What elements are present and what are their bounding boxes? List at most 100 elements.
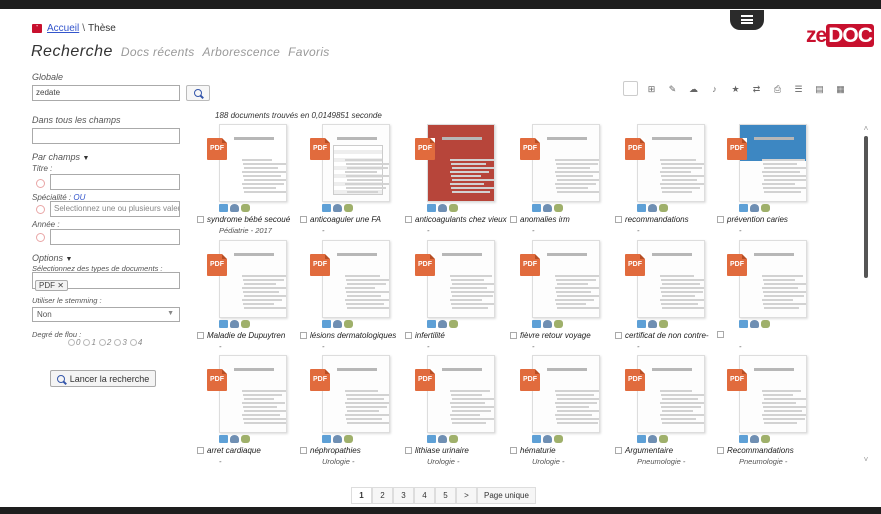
- basket-add-icon[interactable]: [344, 320, 353, 328]
- basket-icon[interactable]: ⊞: [641, 79, 662, 99]
- next-page-button[interactable]: >: [456, 487, 477, 504]
- open-icon[interactable]: [543, 435, 552, 443]
- result-card[interactable]: PDF Recommandations Pneumologie -: [717, 355, 817, 470]
- document-thumbnail[interactable]: [739, 355, 807, 433]
- checkbox-icon[interactable]: [623, 81, 638, 96]
- result-card[interactable]: PDF fièvre retour voyage -: [510, 240, 610, 355]
- preview-icon[interactable]: [739, 435, 748, 443]
- preview-icon[interactable]: [427, 204, 436, 212]
- document-thumbnail[interactable]: [532, 124, 600, 202]
- specialty-select[interactable]: Selectionnez une ou plusieurs valeurs: [50, 201, 180, 217]
- open-icon[interactable]: [438, 204, 447, 212]
- document-thumbnail[interactable]: [322, 240, 390, 318]
- document-thumbnail[interactable]: [219, 355, 287, 433]
- open-icon[interactable]: [648, 204, 657, 212]
- select-checkbox[interactable]: [717, 447, 724, 454]
- open-icon[interactable]: [333, 204, 342, 212]
- fuzzy-option[interactable]: 2: [98, 338, 111, 347]
- preview-icon[interactable]: [532, 204, 541, 212]
- single-page-button[interactable]: Page unique: [477, 487, 536, 504]
- open-icon[interactable]: [543, 320, 552, 328]
- select-checkbox[interactable]: [405, 216, 412, 223]
- open-icon[interactable]: [333, 320, 342, 328]
- title-input[interactable]: [50, 174, 180, 190]
- menu-button[interactable]: [730, 10, 764, 30]
- result-card[interactable]: PDF anticoaguler une FA -: [300, 124, 400, 239]
- basket-add-icon[interactable]: [344, 435, 353, 443]
- select-checkbox[interactable]: [510, 216, 517, 223]
- open-icon[interactable]: [438, 320, 447, 328]
- basket-add-icon[interactable]: [761, 320, 770, 328]
- basket-add-icon[interactable]: [554, 435, 563, 443]
- add-criterion-icon[interactable]: [36, 205, 45, 214]
- document-thumbnail[interactable]: [637, 124, 705, 202]
- basket-add-icon[interactable]: [449, 204, 458, 212]
- basket-add-icon[interactable]: [241, 204, 250, 212]
- add-criterion-icon[interactable]: [36, 233, 45, 242]
- basket-add-icon[interactable]: [659, 204, 668, 212]
- result-card[interactable]: PDF néphropathies Urologie -: [300, 355, 400, 470]
- basket-add-icon[interactable]: [554, 204, 563, 212]
- star-icon[interactable]: ★: [725, 79, 746, 99]
- result-card[interactable]: PDF Maladie de Dupuytren -: [197, 240, 297, 355]
- document-thumbnail[interactable]: [739, 124, 807, 202]
- document-thumbnail[interactable]: [427, 355, 495, 433]
- result-title[interactable]: recommandations: [625, 215, 689, 224]
- add-criterion-icon[interactable]: [36, 179, 45, 188]
- result-title[interactable]: anomalies irm: [520, 215, 570, 224]
- document-thumbnail[interactable]: [219, 240, 287, 318]
- result-title[interactable]: Maladie de Dupuytren: [207, 331, 285, 340]
- result-title[interactable]: arret cardiaque: [207, 446, 261, 455]
- basket-add-icon[interactable]: [241, 320, 250, 328]
- result-card[interactable]: PDF infertilité -: [405, 240, 505, 355]
- open-icon[interactable]: [750, 204, 759, 212]
- result-title[interactable]: hématurie: [520, 446, 556, 455]
- basket-add-icon[interactable]: [449, 435, 458, 443]
- result-title[interactable]: anticoagulants chez vieux: [415, 215, 507, 224]
- search-button[interactable]: [186, 85, 210, 101]
- result-title[interactable]: lésions dermatologiques: [310, 331, 396, 340]
- preview-icon[interactable]: [637, 320, 646, 328]
- open-icon[interactable]: [648, 320, 657, 328]
- result-card[interactable]: PDF anomalies irm -: [510, 124, 610, 239]
- open-icon[interactable]: [750, 320, 759, 328]
- result-title[interactable]: fièvre retour voyage: [520, 331, 591, 340]
- select-checkbox[interactable]: [197, 447, 204, 454]
- select-checkbox[interactable]: [300, 447, 307, 454]
- document-thumbnail[interactable]: [532, 355, 600, 433]
- fuzzy-option[interactable]: 0: [68, 338, 80, 347]
- fuzzy-option[interactable]: 3: [114, 338, 127, 347]
- open-icon[interactable]: [648, 435, 657, 443]
- result-card[interactable]: PDF anticoagulants chez vieux -: [405, 124, 507, 239]
- result-title[interactable]: anticoaguler une FA: [310, 215, 381, 224]
- result-title[interactable]: syndrome bébé secoué: [207, 215, 290, 224]
- global-search-input[interactable]: zedate: [32, 85, 180, 101]
- result-card[interactable]: PDF lésions dermatologiques -: [300, 240, 400, 355]
- document-thumbnail[interactable]: [322, 355, 390, 433]
- preview-icon[interactable]: [219, 204, 228, 212]
- document-thumbnail[interactable]: [219, 124, 287, 202]
- basket-add-icon[interactable]: [659, 435, 668, 443]
- select-checkbox[interactable]: [510, 332, 517, 339]
- by-fields-toggle[interactable]: Par champs ▼: [32, 152, 89, 162]
- open-icon[interactable]: [438, 435, 447, 443]
- page-button[interactable]: 2: [372, 487, 393, 504]
- preview-icon[interactable]: [322, 204, 331, 212]
- basket-add-icon[interactable]: [344, 204, 353, 212]
- result-title[interactable]: néphropathies: [310, 446, 361, 455]
- result-title[interactable]: Recommandations: [727, 446, 794, 455]
- page-button[interactable]: 3: [393, 487, 414, 504]
- grid-icon[interactable]: ▦: [830, 79, 851, 99]
- preview-icon[interactable]: [532, 435, 541, 443]
- open-icon[interactable]: [230, 435, 239, 443]
- cloud-icon[interactable]: ☁: [683, 79, 704, 99]
- open-icon[interactable]: [750, 435, 759, 443]
- preview-icon[interactable]: [739, 320, 748, 328]
- page-button[interactable]: 4: [414, 487, 435, 504]
- open-icon[interactable]: [333, 435, 342, 443]
- result-card[interactable]: PDF arret cardiaque -: [197, 355, 297, 470]
- select-checkbox[interactable]: [615, 216, 622, 223]
- open-icon[interactable]: [230, 320, 239, 328]
- basket-add-icon[interactable]: [761, 435, 770, 443]
- preview-icon[interactable]: [532, 320, 541, 328]
